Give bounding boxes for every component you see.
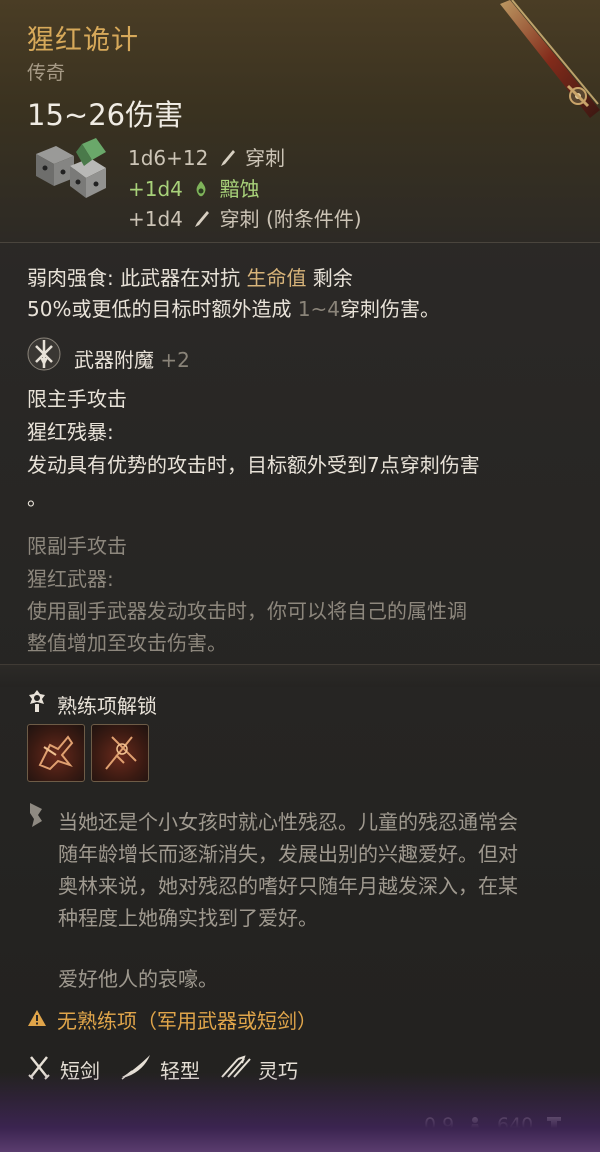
lore-line-1: 当她还是个小女孩时就心性残忍。儿童的残忍通常会 bbox=[58, 810, 518, 834]
damage-range: 15~26伤害 bbox=[27, 98, 184, 132]
lore-line-6: 爱好他人的哀嚎。 bbox=[58, 967, 218, 991]
passive-bonus-dice: 1~4 bbox=[297, 297, 341, 321]
weight-icon bbox=[469, 1117, 481, 1135]
lore-icon bbox=[30, 803, 42, 827]
enchant-row: 武器附魔 +2 bbox=[74, 344, 190, 373]
piercing-icon bbox=[195, 211, 210, 227]
passive-line-2: 50%或更低的目标时额外造成 1~4穿刺伤害。 bbox=[27, 293, 440, 322]
dice-icon bbox=[36, 138, 106, 198]
proficiency-action-slot-2[interactable] bbox=[91, 724, 149, 782]
proficiency-icon bbox=[29, 690, 45, 712]
item-value: 640 bbox=[497, 1114, 534, 1136]
passive-keyword[interactable]: 生命值 bbox=[246, 266, 306, 290]
offhand-desc-1: 使用副手武器发动攻击时，你可以将自己的属性调 bbox=[27, 599, 467, 623]
passive-line-1: 弱肉强食: 此武器在对抗 生命值 剩余 bbox=[27, 262, 353, 291]
offhand-desc-2: 整值增加至攻击伤害。 bbox=[27, 631, 227, 655]
divider bbox=[0, 242, 600, 243]
mainhand-desc-2: 。 bbox=[27, 486, 47, 510]
enchant-label: 武器附魔 bbox=[74, 348, 154, 372]
necrotic-icon bbox=[196, 181, 206, 197]
item-name: 猩红诡计 bbox=[27, 25, 139, 56]
lore-line-4: 种程度上她确实找到了爱好。 bbox=[58, 906, 318, 930]
passive-text: 弱肉强食: 此武器在对抗 bbox=[27, 266, 247, 290]
mainhand-desc-1: 发动具有优势的攻击时，目标额外受到7点穿刺伤害 bbox=[27, 453, 480, 477]
cleave-action-icon bbox=[38, 735, 74, 771]
piercing-strike-action-icon bbox=[105, 736, 137, 770]
weapon-enchant-icon bbox=[27, 337, 61, 371]
watermark: 3DMGAME bbox=[532, 1134, 588, 1146]
damage-type: 黯蚀 bbox=[219, 177, 260, 201]
finesse-icon bbox=[221, 1055, 251, 1078]
piercing-icon bbox=[220, 150, 235, 166]
offhand-restriction: 限副手攻击 bbox=[27, 534, 127, 558]
damage-line-base: 1d6+12 穿刺 bbox=[128, 142, 285, 171]
damage-type: 穿刺 (附条件件) bbox=[219, 207, 362, 231]
lore-line-3: 奥林来说，她对残忍的嗜好只随年月越发深入，在某 bbox=[58, 874, 518, 898]
passive-text: 剩余 bbox=[306, 266, 353, 290]
damage-dice: +1d4 bbox=[128, 207, 183, 231]
passive-text: 穿刺伤害。 bbox=[340, 297, 441, 321]
damage-line-conditional: +1d4 穿刺 (附条件件) bbox=[128, 203, 362, 232]
tag-finesse: 灵巧 bbox=[258, 1059, 298, 1083]
warning-icon bbox=[28, 1010, 46, 1026]
feather-light-icon bbox=[121, 1055, 150, 1080]
proficiency-action-slot-1[interactable] bbox=[27, 724, 85, 782]
damage-dice: 1d6+12 bbox=[128, 146, 209, 170]
damage-dice: +1d4 bbox=[128, 177, 183, 201]
tag-light: 轻型 bbox=[160, 1059, 200, 1083]
damage-type: 穿刺 bbox=[245, 146, 286, 170]
item-tooltip: 猩红诡计 传奇 15~26伤害 1d6+12 穿刺 +1d4 黯蚀 +1d4 穿… bbox=[0, 0, 600, 1152]
passive-text: 50%或更低的目标时额外造成 bbox=[27, 297, 298, 321]
section-band bbox=[0, 665, 600, 687]
item-rarity: 传奇 bbox=[27, 62, 66, 84]
tag-short-sword: 短剑 bbox=[60, 1059, 100, 1083]
proficiency-warning: 无熟练项（军用武器或短剑） bbox=[57, 1009, 317, 1033]
divider bbox=[0, 664, 600, 665]
weapon-art-icon bbox=[500, 0, 600, 118]
short-sword-icon bbox=[28, 1056, 50, 1080]
lore-line-2: 随年龄增长而逐渐消失，发展出别的兴趣爱好。但对 bbox=[58, 842, 518, 866]
mainhand-name: 猩红残暴: bbox=[27, 420, 114, 444]
proficiency-label: 熟练项解锁 bbox=[57, 694, 157, 718]
enchant-value: +2 bbox=[160, 348, 190, 372]
damage-line-necrotic: +1d4 黯蚀 bbox=[128, 173, 260, 202]
item-weight: 0.9 bbox=[424, 1114, 455, 1136]
offhand-name: 猩红武器: bbox=[27, 567, 114, 591]
mainhand-restriction: 限主手攻击 bbox=[27, 387, 127, 411]
